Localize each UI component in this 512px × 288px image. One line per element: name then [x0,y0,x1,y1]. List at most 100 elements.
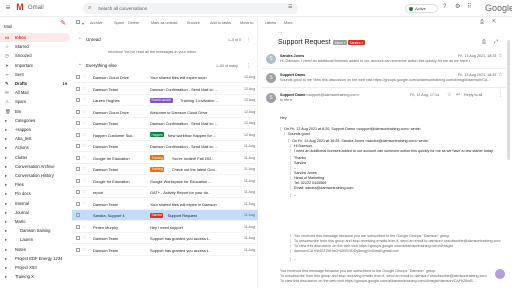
table-row[interactable]: ☆ Damson Team Training Check out the latest… [72,164,258,175]
archive-button[interactable]: Archive [90,21,103,25]
row-checkbox[interactable] [76,75,80,79]
message-sender[interactable]: Support Damo [280,93,305,97]
sidebar-item-files[interactable]: ▸ Files [0,180,70,189]
star-icon[interactable]: ☆ [82,235,86,241]
star-icon[interactable]: ☆ [82,109,86,115]
sidebar-item-project-edf-energy-1234[interactable]: ▸ Project EDF Energy 1234 [0,254,70,263]
row-label-chip[interactable]: Training [150,166,165,172]
row-checkbox[interactable] [76,144,80,148]
sidebar-item-sent[interactable]: ➢ Sent [0,70,70,79]
reply-all-button[interactable]: Reply to all [464,93,482,97]
inbox-chip[interactable]: Inbox × [333,40,348,45]
else-options-icon[interactable]: ⋮ [246,63,251,69]
star-icon[interactable]: ☆ [498,72,502,78]
row-label-chip[interactable]: Sandra [150,212,164,218]
body-line[interactable]: To unsubscribe from this group and stop … [280,274,487,278]
star-icon[interactable]: ☆ [82,143,86,149]
star-icon[interactable]: ☆ [498,53,502,59]
sidebar-item-journal[interactable]: ▸ Journal [0,208,70,217]
table-row[interactable]: ☆ Damson Team Damson Confirmation - Send M… [72,84,258,95]
row-checkbox[interactable] [76,109,80,114]
row-checkbox[interactable] [76,190,80,194]
row-label-chip[interactable]: Event Launch [150,97,173,103]
row-checkbox[interactable] [76,167,80,171]
sidebar-item-actions[interactable]: ▸ Actions [0,143,70,152]
sidebar-item-bin[interactable]: 🗑 Bin [0,107,70,116]
message-snippet[interactable]: Hi, Damson, I need an additional license… [280,59,470,63]
star-icon[interactable]: ☆ [82,224,86,230]
body-line[interactable]: Email: sandra@damsontraining.com [290,186,354,190]
google-account-logo[interactable]: Google [485,3,512,13]
sidebar-item-conversation-archive[interactable]: ▸ Conversation Archive [0,162,70,171]
chat-bubble-icon[interactable] [495,269,505,279]
sidebar-item-important[interactable]: ➤ Important [0,61,70,70]
table-row[interactable]: ☆ Damson Team Damson Confirmation - Send M… [72,141,258,152]
star-icon[interactable]: ☆ [82,155,86,161]
menu-icon[interactable]: ≡ [4,4,12,12]
star-icon[interactable]: ☆ [82,132,86,138]
star-icon[interactable]: ☆ [82,212,86,218]
row-label-chip[interactable]: Training [150,155,165,160]
message-snippet[interactable]: Sounds good to me View this discussion o… [280,78,494,82]
message-sender[interactable]: Support Damo [280,73,305,77]
table-row[interactable]: ☆ Damson Team Damson Confirmation - Send M… [72,118,258,129]
row-checkbox[interactable] [76,132,80,137]
body-line[interactable]: To view this discussion on the web visit… [290,244,453,248]
row-checkbox[interactable] [76,213,80,217]
sidebar-item-categories[interactable]: ▸ Categories [0,116,70,125]
row-checkbox[interactable] [76,86,80,91]
row-checkbox[interactable] [76,178,80,183]
sidebar-item-aba-test[interactable]: ▸ Aba_test [0,134,70,143]
table-row[interactable]: ☆ Damson Team Support has granted you acce… [72,233,258,244]
row-checkbox[interactable] [76,247,80,252]
table-row[interactable]: ☆ Damson Cloud Drive Welcome to Damson Clo… [72,107,258,118]
sidebar-item-internal[interactable]: ▸ Internal [0,199,70,208]
scrollbar[interactable] [507,40,510,160]
star-icon[interactable]: ☆ [447,92,451,98]
sidebar-item-drafts[interactable]: ✎ Drafts 19 [0,79,70,88]
star-icon[interactable]: ☆ [82,86,86,92]
print-icon[interactable]: ⎙ [480,20,484,25]
reply-all-icon[interactable]: ↩ [456,92,460,98]
table-row[interactable]: ☆ Damson Team Your shared files will expir… [72,199,258,210]
row-checkbox[interactable] [76,236,80,240]
sidebar-item-lauren[interactable]: ▸ Lauren [0,235,70,244]
table-row[interactable]: ☆ Sandra, Support 4 Sandra Support Request 1… [72,210,258,221]
star-icon[interactable]: ☆ [82,120,86,126]
row-checkbox[interactable] [76,155,80,160]
row-checkbox[interactable] [76,201,80,206]
row-checkbox[interactable] [76,121,80,125]
table-row[interactable]: ☆ Damson Cloud Drive Your shared files wil… [72,72,258,83]
body-line[interactable]: To unsubscribe from this group and stop … [290,239,501,243]
sidebar-item-conversation-history[interactable]: ▸ Conversation History [0,171,70,180]
row-checkbox[interactable] [76,224,80,229]
search-input[interactable]: Search all conversations [98,6,147,11]
collapse-unread-icon[interactable]: ⌃ [78,37,82,43]
add-to-tasks-button[interactable]: Add to tasks [210,21,231,25]
recipient-dropdown[interactable]: to me ▾ [280,98,292,102]
table-row[interactable]: ☆ Google for Education Training You're Invi… [72,153,258,164]
sidebar-item-project-x53[interactable]: ▸ Project X53 [0,263,70,272]
compose-icon[interactable]: ✎ [58,20,68,30]
spam-button[interactable]: Spam [114,21,124,25]
expand-icon[interactable]: ⤢ [494,40,498,45]
star-icon[interactable]: ☆ [82,166,86,172]
star-icon[interactable]: ☆ [82,189,86,195]
sidebar-item-spam[interactable]: ⚠ Spam [0,97,70,106]
message-sender[interactable]: Sandra Jones [280,54,304,58]
sidebar-item-damson-training[interactable]: ▸ Damson training [0,226,70,235]
sidebar-item--happen[interactable]: ▸ -Happen [0,125,70,134]
move-to-button[interactable]: Move to [240,21,254,25]
settings-icon[interactable]: ⚙ [455,4,460,10]
sidebar-item-notes[interactable]: ▸ Notes [0,245,70,254]
apps-icon[interactable]: ⠿ [467,4,471,10]
table-row[interactable]: ☆ report GAT+ - Activity Report for your d… [72,187,258,198]
snooze-button[interactable]: Snooze [187,21,200,25]
sidebar-item-inbox[interactable]: ▭ Inbox [0,33,70,42]
table-row[interactable]: ☆ Happen Customer Suc.. Happen New workflow… [72,130,258,141]
help-icon[interactable]: ? [443,4,446,10]
body-line[interactable]: To view this discussion on the web visit… [280,279,476,283]
sandra-chip[interactable]: Sandra × [348,40,365,45]
row-label-chip[interactable]: Happen [150,132,165,137]
more-options-icon[interactable]: ⋮ [498,92,503,98]
